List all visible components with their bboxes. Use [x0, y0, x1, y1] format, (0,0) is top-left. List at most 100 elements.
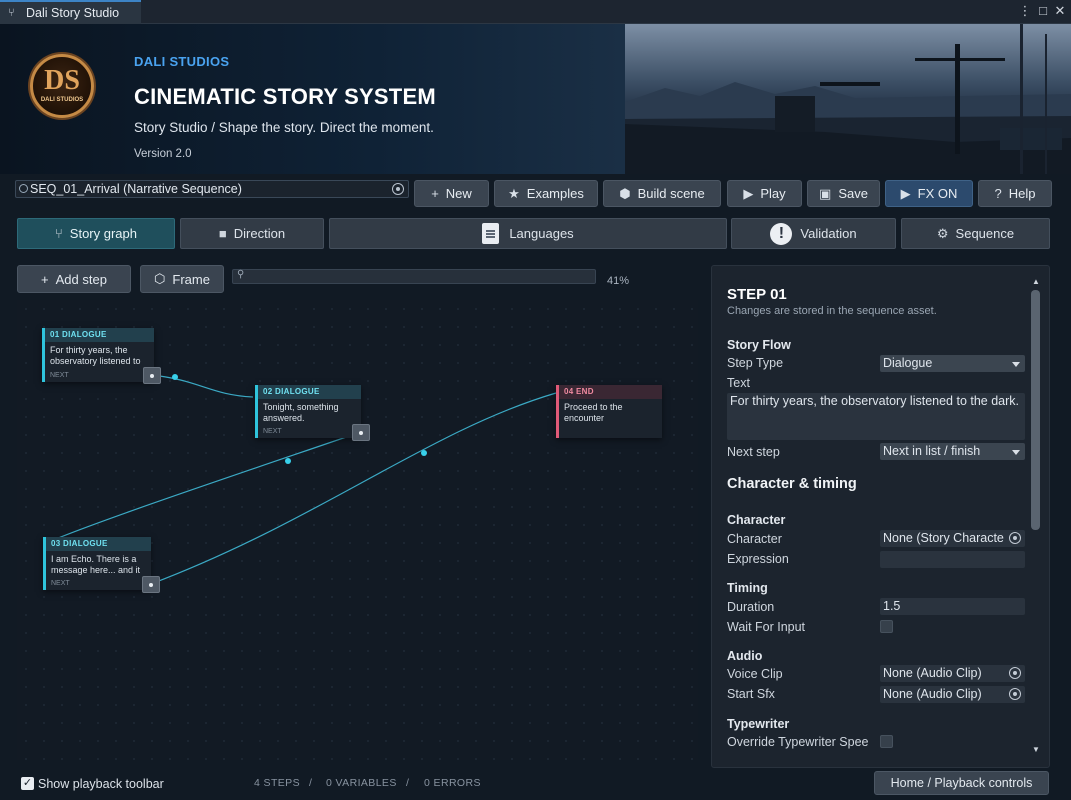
window-tab[interactable]: ⑂ Dali Story Studio — [0, 0, 141, 24]
steps-count: 4 STEPS — [254, 777, 300, 789]
play-icon: ▶ — [743, 185, 754, 201]
graph-node-03[interactable]: 03 DIALOGUE I am Echo. There is a messag… — [43, 537, 151, 590]
tab-languages[interactable]: Languages — [329, 218, 727, 249]
help-label: Help — [1008, 186, 1036, 201]
step-note: Changes are stored in the sequence asset… — [727, 305, 937, 317]
graph-search-input[interactable]: ⚲ — [232, 269, 596, 284]
tab-story-graph[interactable]: ⑂ Story graph — [17, 218, 175, 249]
voice-clip-field[interactable]: None (Audio Clip) — [880, 665, 1025, 682]
step-type-dropdown[interactable]: Dialogue — [880, 355, 1025, 372]
help-button[interactable]: ? Help — [978, 180, 1052, 207]
section-story-flow: Story Flow — [727, 338, 791, 352]
version-label: Version 2.0 — [134, 148, 192, 160]
object-picker-icon[interactable] — [1009, 688, 1021, 700]
zoom-level: 41% — [607, 275, 630, 287]
frame-button[interactable]: ⬡ Frame — [140, 265, 224, 293]
tab-sequence[interactable]: ⚙ Sequence — [901, 218, 1050, 249]
close-icon[interactable]: ✕ — [1052, 3, 1068, 19]
show-playback-toolbar-label: Show playback toolbar — [38, 777, 164, 791]
start-sfx-field[interactable]: None (Audio Clip) — [880, 686, 1025, 703]
tab-validation-label: Validation — [800, 226, 857, 241]
node-next-label: NEXT — [50, 372, 69, 379]
override-typewriter-checkbox[interactable] — [880, 735, 893, 748]
search-icon: ⚲ — [237, 269, 245, 280]
play-icon: ▶ — [900, 185, 911, 201]
more-menu-icon[interactable]: ⋮ — [1017, 3, 1033, 19]
star-icon: ★ — [508, 185, 520, 201]
object-picker-icon[interactable] — [1009, 667, 1021, 679]
next-step-dropdown[interactable]: Next in list / finish — [880, 443, 1025, 460]
character-field[interactable]: None (Story Characte — [880, 530, 1025, 547]
save-button[interactable]: ▣ Save — [807, 180, 880, 207]
graph-node-02[interactable]: 02 DIALOGUE Tonight, something answered.… — [255, 385, 361, 438]
tagline: Story Studio / Shape the story. Direct t… — [134, 120, 434, 135]
scroll-up-icon[interactable]: ▲ — [1032, 277, 1040, 286]
studio-name: DALI STUDIOS — [134, 54, 230, 69]
duration-field[interactable]: 1.5 — [880, 598, 1025, 615]
wait-for-input-checkbox[interactable] — [880, 620, 893, 633]
object-picker-icon[interactable] — [392, 183, 404, 195]
node-02-output-port[interactable] — [352, 424, 370, 441]
cube-icon: ⬢ — [619, 185, 631, 201]
help-icon: ? — [994, 186, 1002, 201]
graph-node-04[interactable]: 04 END Proceed to the encounter — [556, 385, 662, 438]
tab-direction[interactable]: ■ Direction — [180, 218, 324, 249]
title-bar: ⑂ Dali Story Studio ⋮ □ ✕ — [0, 0, 1071, 24]
node-header: 03 DIALOGUE — [46, 537, 151, 551]
sequence-object-field[interactable]: SEQ_01_Arrival (Narrative Sequence) — [15, 180, 409, 198]
node-header: 01 DIALOGUE — [45, 328, 154, 342]
warning-icon: ! — [770, 222, 793, 245]
next-step-value: Next in list / finish — [883, 444, 981, 458]
add-step-button[interactable]: + Add step — [17, 265, 131, 293]
section-character-timing: Character & timing — [727, 476, 857, 492]
node-text: Tonight, something answered. — [263, 402, 339, 423]
graph-node-01[interactable]: 01 DIALOGUE For thirty years, the observ… — [42, 328, 154, 382]
build-scene-button[interactable]: ⬢ Build scene — [603, 180, 721, 207]
build-scene-label: Build scene — [637, 186, 705, 201]
scroll-down-icon[interactable]: ▼ — [1032, 745, 1040, 754]
play-button[interactable]: ▶ Play — [727, 180, 802, 207]
fx-label: FX ON — [917, 186, 958, 201]
banner-image — [625, 24, 1071, 174]
fx-toggle-button[interactable]: ▶ FX ON — [885, 180, 973, 207]
character-value: None (Story Characte — [883, 531, 1004, 545]
inspector-scrollbar[interactable] — [1031, 290, 1040, 530]
maximize-icon[interactable]: □ — [1035, 3, 1051, 18]
text-label: Text — [727, 376, 750, 390]
voice-clip-value: None (Audio Clip) — [883, 666, 982, 680]
errors-count: 0 ERRORS — [424, 777, 481, 789]
character-label: Character — [727, 532, 782, 546]
sequence-field-value: SEQ_01_Arrival (Narrative Sequence) — [30, 182, 242, 196]
node-text: I am Echo. There is a message here... an… — [51, 554, 141, 575]
show-playback-toolbar-checkbox[interactable]: ✓ — [21, 777, 34, 790]
logo-monogram: DS — [44, 65, 80, 96]
window-title: Dali Story Studio — [26, 6, 120, 20]
tab-validation[interactable]: ! Validation — [731, 218, 896, 249]
home-playback-controls-button[interactable]: Home / Playback controls — [874, 771, 1049, 795]
text-area[interactable]: For thirty years, the observatory listen… — [727, 393, 1025, 440]
step-type-label: Step Type — [727, 356, 784, 370]
studio-logo: DS DALI STUDIOS — [30, 54, 94, 118]
node-header: 02 DIALOGUE — [258, 385, 361, 399]
tab-languages-label: Languages — [509, 226, 574, 241]
variables-count: 0 VARIABLES — [326, 777, 397, 789]
node-next-label: NEXT — [51, 580, 70, 587]
node-01-output-port[interactable] — [143, 367, 161, 384]
node-text: For thirty years, the observatory listen… — [50, 345, 141, 366]
voice-clip-label: Voice Clip — [727, 667, 783, 681]
stats-separator: / — [309, 777, 313, 789]
frame-label: Frame — [172, 271, 210, 287]
graph-icon: ⑂ — [54, 226, 63, 241]
subsection-audio: Audio — [727, 649, 763, 663]
expression-field[interactable] — [880, 551, 1025, 568]
node-03-output-port[interactable] — [142, 576, 160, 593]
start-sfx-value: None (Audio Clip) — [883, 687, 982, 701]
object-picker-icon[interactable] — [1009, 532, 1021, 544]
new-button[interactable]: + New — [414, 180, 489, 207]
examples-label: Examples — [526, 186, 584, 201]
examples-button[interactable]: ★ Examples — [494, 180, 598, 207]
node-text: Proceed to the encounter — [564, 402, 623, 423]
start-sfx-label: Start Sfx — [727, 687, 775, 701]
tab-direction-label: Direction — [233, 226, 286, 241]
tab-sequence-label: Sequence — [955, 226, 1015, 241]
